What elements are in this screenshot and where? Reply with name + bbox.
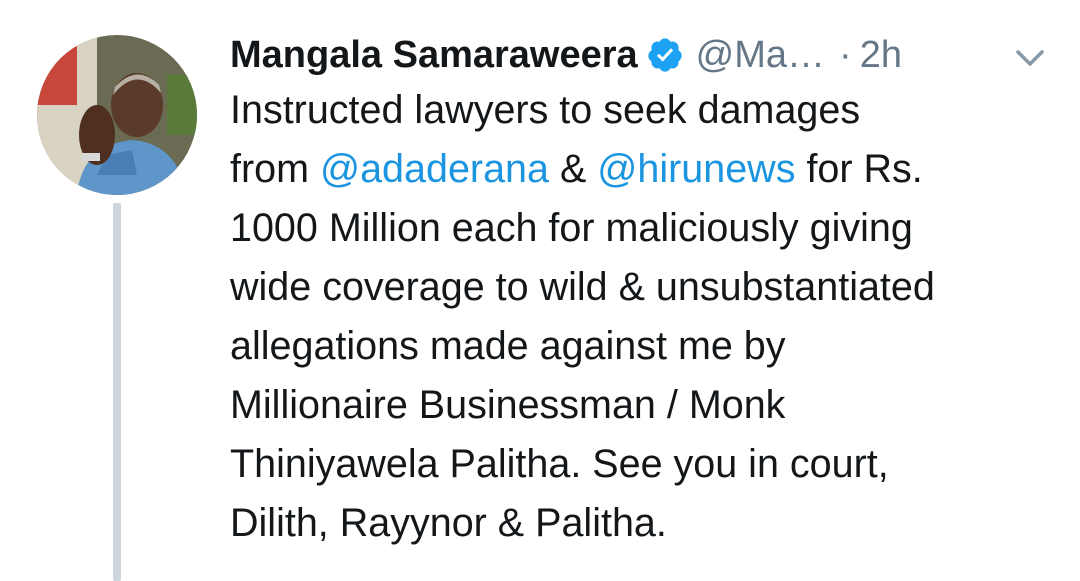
mention-link-adaderana[interactable]: @adaderana	[320, 147, 549, 191]
text-segment: Dilith, Rayynor & Palitha.	[230, 501, 667, 545]
thread-connector-line	[113, 203, 121, 581]
tweet-text-line: allegations made against me by	[230, 317, 1060, 376]
tweet-text-line: Instructed lawyers to seek damages	[230, 81, 1060, 140]
tweet-text: Instructed lawyers to seek damages from …	[230, 81, 1060, 553]
text-segment: wide coverage to wild & unsubstantiated	[230, 265, 935, 309]
tweet-timestamp[interactable]: 2h	[860, 30, 902, 80]
tweet-text-line: Dilith, Rayynor & Palitha.	[230, 494, 1060, 553]
author-name[interactable]: Mangala Samaraweera	[230, 30, 638, 80]
tweet-header: Mangala Samaraweera @Ma… · 2h	[230, 30, 902, 80]
tweet-text-line: from @adaderana & @hirunews for Rs.	[230, 140, 1060, 199]
verified-badge-icon	[646, 36, 684, 74]
avatar-photo	[37, 35, 197, 195]
author-avatar[interactable]	[37, 35, 197, 195]
text-segment: for Rs.	[795, 147, 923, 191]
text-segment: Millionaire Businessman / Monk	[230, 383, 786, 427]
text-segment: &	[548, 147, 598, 191]
text-segment: allegations made against me by	[230, 324, 786, 368]
tweet-text-line: Millionaire Businessman / Monk	[230, 376, 1060, 435]
text-segment: Instructed lawyers to seek damages	[230, 88, 861, 132]
tweet-text-line: wide coverage to wild & unsubstantiated	[230, 258, 1060, 317]
mention-link-hirunews[interactable]: @hirunews	[597, 147, 795, 191]
text-segment: from	[230, 147, 320, 191]
text-segment: 1000 Million each for maliciously giving	[230, 206, 913, 250]
tweet-text-line: Thiniyawela Palitha. See you in court,	[230, 435, 1060, 494]
chevron-down-icon[interactable]	[1008, 40, 1052, 76]
author-handle[interactable]: @Ma…	[696, 30, 825, 80]
text-segment: Thiniyawela Palitha. See you in court,	[230, 442, 889, 486]
tweet[interactable]: Mangala Samaraweera @Ma… · 2h Instructed…	[0, 0, 1080, 581]
header-separator: ·	[839, 34, 852, 76]
tweet-text-line: 1000 Million each for maliciously giving	[230, 199, 1060, 258]
